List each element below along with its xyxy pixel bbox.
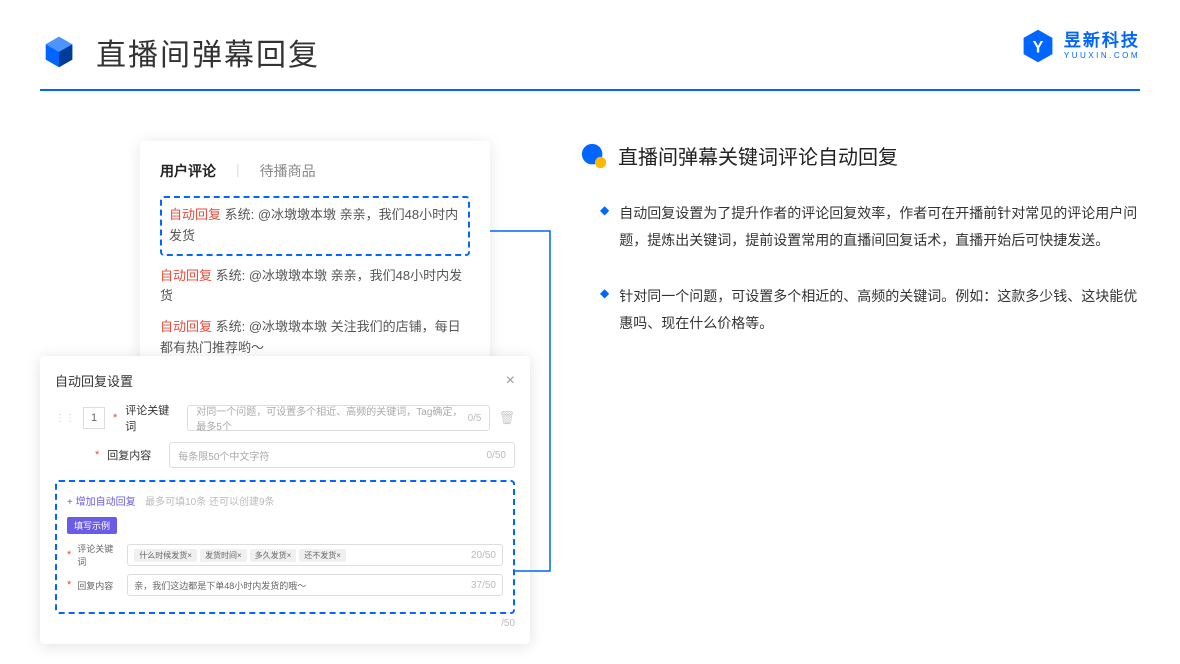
settings-title: 自动回复设置 [55, 371, 133, 390]
tab-user-comments[interactable]: 用户评论 [160, 161, 216, 181]
diamond-icon: ◆ [600, 286, 609, 336]
keyword-tag[interactable]: 发货时间× [200, 549, 247, 562]
section-header: 直播间弹幕关键词评论自动回复 [580, 141, 1140, 170]
auto-reply-tag: 自动回复 [169, 207, 221, 222]
example-badge: 填写示例 [67, 517, 117, 534]
brand-name-cn: 昱新科技 [1064, 32, 1140, 49]
comment-item: 自动回复 系统: @冰墩墩本墩 关注我们的店铺，每日都有热门推荐哟～ [160, 317, 470, 359]
bullet-point: ◆ 针对同一个问题，可设置多个相近的、高频的关键词。例如：这款多少钱、这块能优惠… [580, 283, 1140, 336]
example-content-input[interactable]: 亲，我们这边都是下单48小时内发货的哦～ 37/50 [127, 574, 503, 596]
highlighted-comment: 自动回复 系统: @冰墩墩本墩 亲亲，我们48小时内发货 [160, 196, 470, 256]
keyword-tag[interactable]: 什么时候发货× [134, 549, 197, 562]
trash-icon[interactable]: 🗑 [498, 410, 515, 426]
example-keyword-input[interactable]: 什么时候发货× 发货时间× 多久发货× 还不发货× 20/50 [127, 544, 503, 566]
auto-reply-settings-panel: 自动回复设置 × ⋮⋮ 1 * 评论关键词 对同一个问题，可设置多个相近、高频的… [40, 356, 530, 644]
svg-text:Y: Y [1032, 38, 1043, 56]
close-icon[interactable]: × [506, 372, 515, 390]
tab-pending-products[interactable]: 待播商品 [260, 161, 316, 181]
keyword-label: 评论关键词 [125, 402, 179, 434]
bullet-point: ◆ 自动回复设置为了提升作者的评论回复效率，作者可在开播前针对常见的评论用户问题… [580, 200, 1140, 253]
brand-icon: Y [1020, 28, 1056, 64]
page-header: 直播间弹幕回复 [0, 0, 1180, 89]
comment-item: 自动回复 系统: @冰墩墩本墩 亲亲，我们48小时内发货 [160, 266, 470, 308]
comments-panel: 用户评论 | 待播商品 自动回复 系统: @冰墩墩本墩 亲亲，我们48小时内发货… [140, 141, 490, 389]
section-title: 直播间弹幕关键词评论自动回复 [618, 141, 898, 170]
keyword-tag[interactable]: 多久发货× [250, 549, 297, 562]
cube-icon [40, 33, 78, 71]
keyword-tag[interactable]: 还不发货× [299, 549, 346, 562]
example-section: + 增加自动回复 最多可填10条 还可以创建9条 填写示例 * 评论关键词 什么… [55, 480, 515, 614]
index-badge: 1 [83, 407, 105, 429]
diamond-icon: ◆ [600, 203, 609, 253]
content-label: 回复内容 [107, 447, 161, 463]
add-auto-reply-link[interactable]: + 增加自动回复 [67, 497, 136, 508]
brand-logo: Y 昱新科技 YUUXIN.COM [1020, 28, 1140, 64]
content-input[interactable]: 每条限50个中文字符 0/50 [169, 442, 515, 468]
brand-name-en: YUUXIN.COM [1064, 52, 1140, 60]
keyword-input[interactable]: 对同一个问题，可设置多个相近、高频的关键词，Tag确定，最多5个 0/5 [187, 405, 490, 431]
bubble-icon [580, 142, 608, 170]
page-title: 直播间弹幕回复 [96, 30, 320, 74]
drag-handle-icon[interactable]: ⋮⋮ [55, 413, 75, 424]
